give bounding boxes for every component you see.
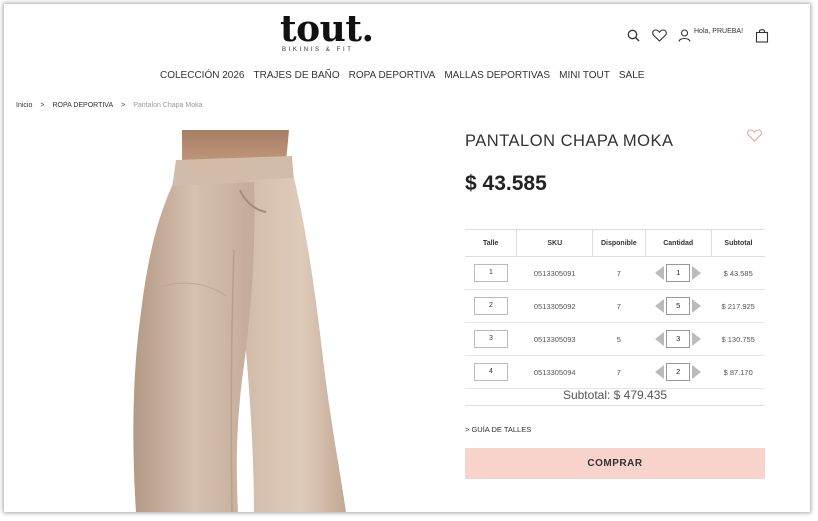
quantity-stepper: 2	[655, 363, 702, 381]
buy-button[interactable]: COMPRAR	[465, 448, 765, 479]
brand-logo[interactable]: tout.	[280, 8, 374, 50]
available-cell: 7	[592, 355, 646, 389]
sku-cell: 0513305091	[516, 256, 593, 290]
brand-tagline: BIKINIS & FIT	[282, 47, 354, 53]
quantity-input[interactable]: 1	[666, 264, 691, 282]
sku-cell: 0513305094	[516, 355, 593, 389]
table-row: 2 0513305092 7 5 $ 217.925	[465, 289, 765, 323]
page-frame: tout. BIKINIS & FIT Hola, PRUEBA! COLECC…	[4, 4, 810, 512]
nav-item-mini-tout[interactable]: MINI TOUT	[559, 70, 610, 81]
size-guide-link[interactable]: > GUÍA DE TALLES	[465, 425, 531, 434]
breadcrumb-separator: >	[40, 102, 45, 109]
sku-cell: 0513305093	[516, 322, 593, 356]
available-cell: 5	[592, 322, 646, 356]
nav-item-ropa-deportiva[interactable]: ROPA DEPORTIVA	[349, 70, 436, 81]
col-header-sku: SKU	[516, 229, 593, 257]
table-header-row: Talle SKU Disponible Cantidad Subtotal	[465, 229, 765, 257]
product-price: $ 43.585	[465, 172, 547, 195]
user-greeting[interactable]: Hola, PRUEBA!	[694, 28, 743, 35]
nav-item-sale[interactable]: SALE	[619, 70, 645, 81]
col-header-disponible: Disponible	[592, 229, 646, 257]
table-row: 1 0513305091 7 1 $ 43.585	[465, 256, 765, 290]
decrease-arrow-icon[interactable]	[655, 266, 665, 280]
row-subtotal-cell: $ 130.755	[711, 322, 765, 356]
search-icon[interactable]	[624, 26, 642, 44]
col-header-talle: Talle	[465, 229, 517, 257]
quantity-stepper: 3	[655, 330, 702, 348]
product-title: PANTALON CHAPA MOKA	[465, 132, 674, 150]
table-row: 3 0513305093 5 3 $ 130.755	[465, 322, 765, 356]
decrease-arrow-icon[interactable]	[655, 332, 665, 346]
quantity-input[interactable]: 2	[666, 363, 691, 381]
product-image[interactable]	[4, 130, 454, 512]
col-header-subtotal: Subtotal	[710, 229, 765, 257]
quantity-stepper: 1	[655, 264, 702, 282]
heart-icon[interactable]	[650, 26, 668, 44]
main-nav: COLECCIÓN 2026 TRAJES DE BAÑO ROPA DEPOR…	[160, 70, 644, 81]
nav-item-trajes-de-bano[interactable]: TRAJES DE BAÑO	[253, 70, 339, 81]
sku-cell: 0513305092	[516, 289, 593, 323]
nav-item-mallas-deportivas[interactable]: MALLAS DEPORTIVAS	[444, 70, 550, 81]
quantity-input[interactable]: 3	[666, 330, 691, 348]
breadcrumb-separator: >	[121, 102, 126, 109]
available-cell: 7	[592, 289, 646, 323]
breadcrumb-current: Pantalon Chapa Moka	[133, 102, 203, 109]
nav-item-coleccion[interactable]: COLECCIÓN 2026	[160, 70, 244, 81]
size-option[interactable]: 3	[473, 330, 508, 348]
decrease-arrow-icon[interactable]	[655, 365, 665, 379]
increase-arrow-icon[interactable]	[692, 299, 702, 313]
add-to-wishlist-heart-icon[interactable]	[747, 129, 762, 147]
user-icon[interactable]	[675, 26, 693, 44]
size-option[interactable]: 2	[473, 297, 508, 315]
available-cell: 7	[592, 256, 646, 290]
col-header-cantidad: Cantidad	[644, 229, 712, 257]
size-option[interactable]: 4	[473, 363, 508, 381]
increase-arrow-icon[interactable]	[692, 332, 702, 346]
bag-icon[interactable]	[753, 26, 771, 44]
row-subtotal-cell: $ 43.585	[711, 256, 765, 290]
table-row: 4 0513305094 7 2 $ 87.170	[465, 355, 765, 389]
breadcrumb: Inicio > ROPA DEPORTIVA > Pantalon Chapa…	[16, 102, 203, 109]
breadcrumb-category[interactable]: ROPA DEPORTIVA	[52, 102, 113, 109]
order-subtotal: Subtotal: $ 479.435	[465, 388, 765, 406]
breadcrumb-home[interactable]: Inicio	[16, 102, 32, 109]
row-subtotal-cell: $ 87.170	[711, 355, 765, 389]
size-option[interactable]: 1	[473, 264, 508, 282]
decrease-arrow-icon[interactable]	[655, 299, 665, 313]
increase-arrow-icon[interactable]	[692, 266, 702, 280]
size-quantity-table: Talle SKU Disponible Cantidad Subtotal 1…	[465, 229, 765, 389]
increase-arrow-icon[interactable]	[692, 365, 702, 379]
row-subtotal-cell: $ 217.925	[711, 289, 765, 323]
quantity-stepper: 5	[655, 297, 702, 315]
quantity-input[interactable]: 5	[666, 297, 691, 315]
